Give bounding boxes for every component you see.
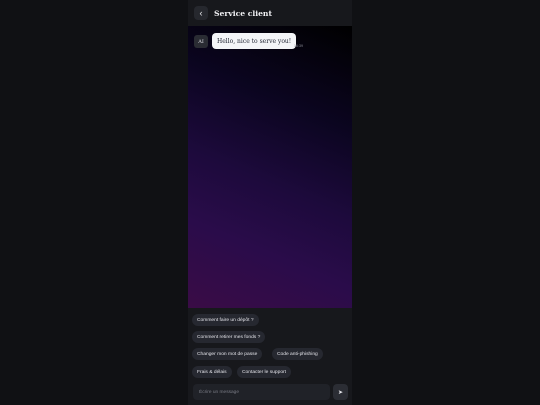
quick-reply-password[interactable]: Changer mon mot de passe xyxy=(192,348,263,360)
avatar: AI xyxy=(194,35,208,48)
quick-reply-anti-phishing[interactable]: Code anti-phishing xyxy=(272,348,323,360)
send-button[interactable]: ➤ xyxy=(333,384,348,400)
back-button[interactable]: ‹ xyxy=(194,6,208,20)
message-input-placeholder: Écrire un message xyxy=(199,389,239,395)
quick-reply-fees[interactable]: Frais & délais xyxy=(192,366,232,378)
quick-reply-withdraw[interactable]: Comment retirer mes fonds ? xyxy=(192,331,266,343)
quick-reply-deposit[interactable]: Comment faire un dépôt ? xyxy=(192,314,259,326)
composer-area: Comment faire un dépôt ? Comment retirer… xyxy=(188,308,352,405)
message-list[interactable]: AI Hello, nice to serve you! 16:39 xyxy=(188,26,352,308)
message-bubble: Hello, nice to serve you! xyxy=(212,33,297,49)
chevron-left-icon: ‹ xyxy=(199,7,203,18)
send-icon: ➤ xyxy=(337,389,344,396)
quick-reply-support[interactable]: Contacter le support xyxy=(237,366,292,378)
chat-header: ‹ Service client xyxy=(188,0,352,26)
message-timestamp: 16:39 xyxy=(294,44,303,48)
message-input[interactable]: Écrire un message xyxy=(193,384,330,400)
chat-panel: ‹ Service client AI Hello, nice to serve… xyxy=(188,0,352,405)
page-title: Service client xyxy=(214,8,272,18)
